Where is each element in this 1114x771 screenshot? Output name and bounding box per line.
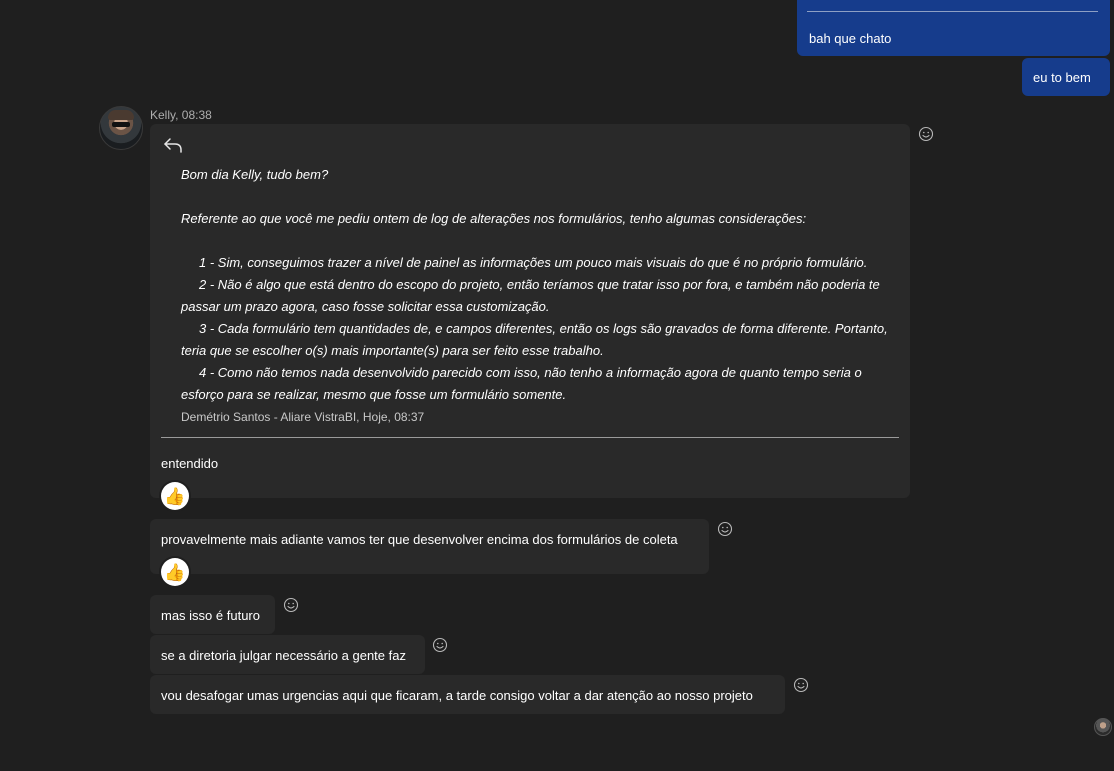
quote-item-4: 4 - Como não temos nada desenvolvido par…	[181, 365, 862, 402]
smiley-icon[interactable]	[432, 637, 448, 653]
avatar-hair	[108, 110, 134, 120]
quote-intro: Referente ao que você me pediu ontem de …	[181, 211, 807, 226]
message-bubble[interactable]: vou desafogar umas urgencias aqui que fi…	[150, 675, 785, 714]
quoted-message: Bom dia Kelly, tudo bem? Referente ao qu…	[181, 164, 901, 406]
quote-divider	[161, 437, 899, 438]
quote-item-2: 2 - Não é algo que está dentro do escopo…	[181, 277, 880, 314]
thumbs-up-reaction[interactable]: 👍	[161, 482, 189, 510]
message-text: mas isso é futuro	[161, 608, 260, 623]
message-bubble[interactable]: se a diretoria julgar necessário a gente…	[150, 635, 425, 674]
message-text: entendido	[161, 456, 219, 471]
message-bubble[interactable]: provavelmente mais adiante vamos ter que…	[150, 519, 709, 574]
own-message-bubble[interactable]: bah que chato	[797, 0, 1110, 56]
chat-window: bah que chato eu to bem Kelly, 08:38 Bom…	[0, 0, 1114, 771]
thumbs-up-reaction[interactable]: 👍	[161, 558, 189, 586]
smiley-icon[interactable]	[918, 126, 934, 142]
message-bubble[interactable]: mas isso é futuro	[150, 595, 275, 634]
smiley-icon[interactable]	[717, 521, 733, 537]
message-text: vou desafogar umas urgencias aqui que fi…	[161, 688, 753, 703]
quote-divider	[807, 11, 1098, 12]
read-receipt-avatar	[1094, 718, 1112, 736]
quote-author-time: Demétrio Santos - Aliare VistraBI, Hoje,…	[181, 410, 425, 424]
smiley-icon[interactable]	[283, 597, 299, 613]
quote-item-3: 3 - Cada formulário tem quantidades de, …	[181, 321, 888, 358]
avatar-glasses	[112, 122, 130, 127]
sender-timestamp: Kelly, 08:38	[150, 108, 212, 122]
message-text: se a diretoria julgar necessário a gente…	[161, 648, 406, 663]
own-message-bubble[interactable]: eu to bem	[1022, 58, 1110, 96]
message-text: provavelmente mais adiante vamos ter que…	[161, 532, 678, 547]
quote-item-1: 1 - Sim, conseguimos trazer a nível de p…	[199, 255, 868, 270]
reply-arrow-icon	[164, 138, 182, 153]
message-bubble-quoted[interactable]: Bom dia Kelly, tudo bem? Referente ao qu…	[150, 124, 910, 498]
message-text: bah que chato	[809, 31, 892, 46]
message-text: eu to bem	[1033, 70, 1091, 85]
smiley-icon[interactable]	[793, 677, 809, 693]
quote-greeting: Bom dia Kelly, tudo bem?	[181, 167, 329, 182]
avatar[interactable]	[99, 106, 143, 150]
